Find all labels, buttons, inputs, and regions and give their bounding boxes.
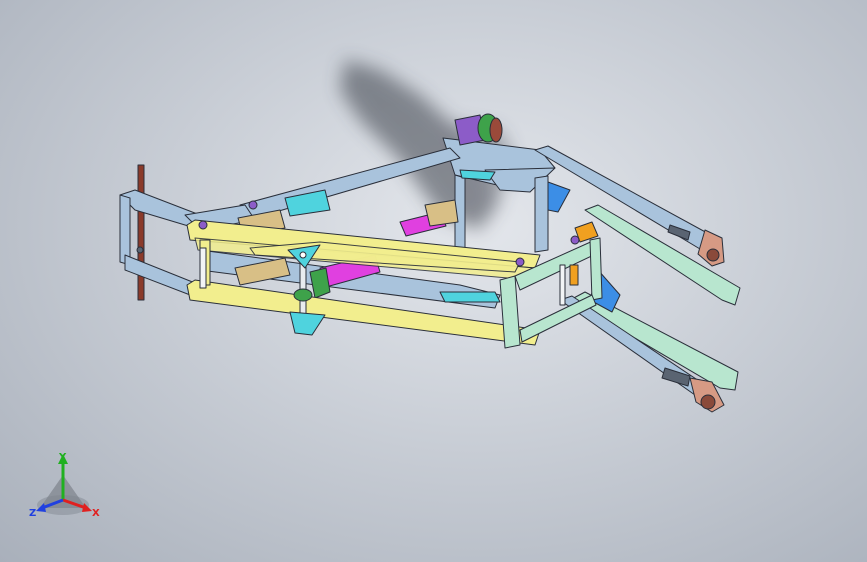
cyan-pad-rear [459,169,496,181]
side-frame-post-right[interactable] [589,237,603,301]
left-red-rod[interactable] [137,164,145,301]
cyan-pivot-bottom[interactable] [289,311,326,336]
side-frame-bottom[interactable] [519,294,597,343]
upper-fork-pivot[interactable] [706,248,720,262]
y-axis-label: Y [58,452,67,463]
blue-gusset-top [547,181,571,213]
coordinate-triad: Y X Z [29,452,100,519]
bolt-5 [136,246,144,254]
motor-red-wheel [489,117,503,143]
orange-pin-post [569,264,579,286]
bolt-3 [515,257,525,267]
white-post-right [559,264,566,306]
lower-fork-arm[interactable] [569,291,739,391]
bolt-1 [198,220,208,230]
lower-fork-pivot[interactable] [700,394,716,410]
cyan-lower-pad [439,291,501,303]
green-knob[interactable] [293,288,313,302]
white-post-left [199,247,207,289]
pivot-bolt-top [299,251,307,259]
bolt-4 [570,235,580,245]
rear-post-right[interactable] [534,175,549,253]
right-side-frame[interactable] [499,221,603,349]
bolt-2 [248,200,258,210]
left-frame-top[interactable] [119,189,201,229]
x-axis-label: X [92,508,100,519]
right-fork-assembly[interactable] [534,145,741,413]
mechanism-assembly[interactable] [119,113,741,413]
actuator-mount [424,199,459,227]
actuator-end-cap [309,267,331,299]
cad-model-canvas[interactable]: Y X Z [0,0,867,562]
z-axis-label: Z [29,508,36,519]
rear-motor[interactable] [454,113,503,146]
graphics-viewport[interactable]: Y X Z [0,0,867,562]
